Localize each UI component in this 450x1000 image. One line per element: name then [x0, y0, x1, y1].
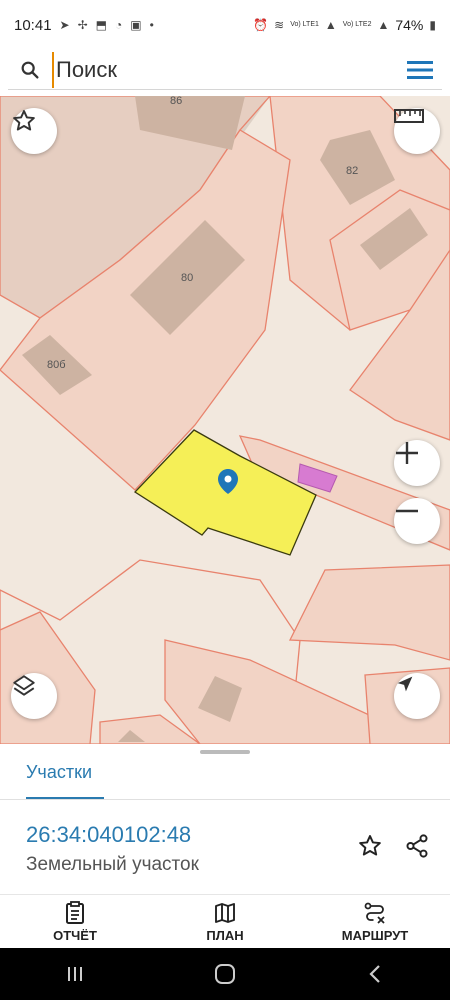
my-location-button[interactable] — [394, 673, 440, 719]
layers-icon — [13, 675, 35, 696]
recent-apps-button[interactable] — [45, 954, 105, 994]
star-icon — [13, 110, 35, 131]
route-icon — [364, 902, 385, 924]
app-icon: ◔ — [115, 18, 123, 32]
map-icon — [215, 902, 235, 923]
alarm-icon: ⏰ — [253, 18, 269, 32]
bottom-sheet: Участки 26:34:040102:48 Земельный участо… — [0, 744, 450, 894]
fan-icon: ✢ — [77, 18, 88, 32]
favorites-button[interactable] — [11, 108, 57, 154]
status-bar: 10:41 ➤ ✢ ⬒ ◔ ▣ • ⏰ ≋ Vo) LTE1 ▲ Vo) LTE… — [0, 0, 450, 50]
label-86: 86 — [170, 96, 183, 107]
plan-label: ПЛАН — [206, 927, 244, 943]
report-icon — [66, 900, 84, 924]
ruler-icon — [394, 109, 424, 123]
back-button[interactable] — [345, 954, 405, 994]
vpn-icon: ⬒ — [95, 18, 108, 32]
search-bar — [0, 50, 450, 96]
action-bar: ОТЧЁТ ПЛАН МАРШРУТ — [0, 894, 450, 948]
minus-icon — [396, 509, 418, 513]
route-label: МАРШРУТ — [341, 927, 409, 943]
favorite-star-icon[interactable] — [355, 831, 385, 861]
report-label: ОТЧЁТ — [53, 927, 97, 943]
route-button[interactable]: МАРШРУТ — [300, 895, 450, 948]
ruler-button[interactable] — [394, 108, 440, 154]
zoom-out-button[interactable] — [394, 498, 440, 544]
object-type: Земельный участок — [26, 854, 199, 875]
search-icon[interactable] — [8, 59, 52, 81]
zoom-in-button[interactable] — [394, 440, 440, 486]
sheet-drag-handle[interactable] — [200, 750, 250, 754]
dot-icon: • — [149, 18, 154, 32]
lte1-indicator: Vo) LTE1 — [290, 21, 319, 28]
label-80: 80 — [181, 272, 194, 284]
back-icon — [369, 965, 380, 983]
signal1-icon: ▲ — [324, 18, 337, 32]
tab-parcels[interactable]: Участки — [26, 760, 104, 800]
signal2-icon: ▲ — [377, 18, 390, 32]
home-button[interactable] — [195, 954, 255, 994]
sheet-divider — [0, 799, 450, 800]
navigation-arrow-icon — [397, 676, 413, 692]
system-nav-bar — [0, 948, 450, 1000]
parcel-southeast — [288, 564, 450, 661]
hamburger-menu-icon[interactable] — [398, 60, 442, 80]
report-button[interactable]: ОТЧЁТ — [0, 895, 150, 948]
label-82: 82 — [346, 165, 359, 177]
layers-button[interactable] — [11, 673, 57, 719]
wifi-icon: ≋ — [274, 18, 285, 32]
battery-percent: 74% — [395, 17, 424, 33]
map-canvas — [0, 96, 450, 744]
image-icon: ▣ — [130, 18, 142, 32]
share-icon[interactable] — [402, 831, 432, 861]
lte2-indicator: Vo) LTE2 — [342, 21, 372, 28]
search-box — [8, 50, 442, 90]
plan-button[interactable]: ПЛАН — [150, 895, 300, 948]
status-time: 10:41 — [14, 16, 52, 34]
telegram-icon: ➤ — [59, 18, 70, 32]
recents-icon — [68, 967, 82, 981]
plus-icon — [396, 442, 418, 464]
home-icon — [215, 964, 235, 984]
map-view[interactable]: 86 82 80 80б — [0, 96, 450, 744]
battery-icon: ▮ — [429, 18, 436, 32]
cadastral-number[interactable]: 26:34:040102:48 — [26, 822, 191, 848]
search-input[interactable] — [52, 51, 398, 88]
label-80b: 80б — [47, 359, 66, 371]
